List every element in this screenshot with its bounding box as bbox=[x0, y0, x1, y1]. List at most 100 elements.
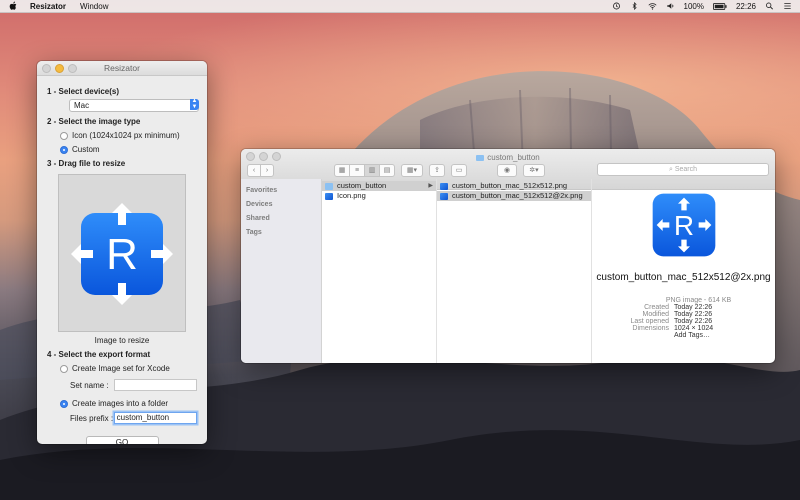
drop-zone-caption: Image to resize bbox=[94, 336, 150, 345]
device-select-value: Mac bbox=[74, 101, 90, 110]
finder-content: Favorites Devices Shared Tags custom_but… bbox=[241, 179, 775, 363]
prefix-label: Files prefix : bbox=[70, 413, 114, 423]
add-tags-link[interactable]: Add Tags… bbox=[674, 332, 775, 339]
battery-icon[interactable] bbox=[712, 2, 727, 10]
type-icon-radio[interactable] bbox=[60, 131, 68, 140]
prefix-field[interactable]: custom_button bbox=[113, 412, 197, 424]
go-button[interactable]: GO bbox=[85, 436, 159, 444]
chevron-right-icon: ▶ bbox=[428, 183, 433, 189]
search-field[interactable]: ⌕ Search bbox=[597, 163, 769, 176]
column-1: custom_button ▶ Icon.png bbox=[322, 179, 437, 363]
list-item[interactable]: custom_button ▶ bbox=[322, 181, 436, 191]
chevron-updown-icon: ▲ ▼ bbox=[190, 98, 199, 110]
export-xcode-radio[interactable] bbox=[60, 364, 68, 373]
export-folder-radio[interactable] bbox=[60, 399, 68, 408]
set-name-field[interactable] bbox=[113, 379, 197, 391]
sidebar-shared[interactable]: Shared bbox=[241, 211, 321, 225]
action-gear-icon[interactable]: ✲▾ bbox=[523, 163, 545, 177]
finder-title-text: custom_button bbox=[487, 153, 540, 162]
resizator-window: Resizator 1 - Select device(s) Mac ▲ ▼ 2 … bbox=[37, 61, 207, 444]
time-machine-icon[interactable] bbox=[612, 2, 621, 10]
list-item[interactable]: Icon.png bbox=[322, 191, 436, 201]
step3-heading: 3 - Drag file to resize bbox=[47, 159, 126, 168]
view-buttons: ▦ ≡ ▥ ▤ bbox=[334, 163, 395, 177]
modified-label: Modified bbox=[642, 311, 669, 318]
set-name-row: Set name : bbox=[70, 379, 197, 391]
back-button[interactable]: ‹ bbox=[247, 163, 261, 177]
column-view-button[interactable]: ▥ bbox=[364, 163, 380, 177]
sidebar-devices[interactable]: Devices bbox=[241, 197, 321, 211]
clock[interactable]: 22:26 bbox=[736, 2, 756, 11]
type-custom-radio[interactable] bbox=[60, 145, 68, 154]
dimensions-label: Dimensions bbox=[632, 325, 669, 332]
volume-icon[interactable] bbox=[666, 2, 675, 10]
step2-heading: 2 - Select the image type bbox=[47, 117, 141, 126]
type-custom-label: Custom bbox=[72, 145, 100, 154]
svg-text:R: R bbox=[673, 210, 693, 241]
type-custom-option[interactable]: Custom bbox=[60, 145, 197, 154]
tag-button[interactable]: ▭ bbox=[451, 163, 467, 177]
folder-icon bbox=[476, 154, 485, 161]
nav-buttons: ‹ › bbox=[247, 163, 274, 177]
set-name-label: Set name : bbox=[70, 380, 109, 390]
wifi-icon[interactable] bbox=[647, 2, 657, 10]
search-placeholder: Search bbox=[674, 166, 698, 173]
last-opened-value: Today 22:26 bbox=[674, 318, 713, 325]
quicklook-eye-icon[interactable]: ◉ bbox=[497, 163, 517, 177]
step1-heading: 1 - Select device(s) bbox=[47, 87, 120, 96]
folder-icon bbox=[325, 182, 333, 190]
preview-kind: PNG image - 614 KB bbox=[665, 297, 732, 304]
zoom-button[interactable] bbox=[68, 64, 77, 73]
sidebar-favorites[interactable]: Favorites bbox=[241, 183, 321, 197]
prefix-row: Files prefix : custom_button bbox=[70, 412, 197, 424]
device-select[interactable]: Mac ▲ ▼ bbox=[69, 98, 199, 112]
step4-heading: 4 - Select the export format bbox=[47, 350, 151, 359]
bluetooth-icon[interactable] bbox=[630, 2, 639, 10]
window-title: Resizator bbox=[104, 63, 140, 73]
status-area: 100% 22:26 bbox=[612, 2, 793, 11]
battery-percent[interactable]: 100% bbox=[684, 2, 704, 11]
list-item-label: custom_button_mac_512x512@2x.png bbox=[452, 191, 583, 200]
preview-metadata: PNG image - 614 KB Created Today 22:26 M… bbox=[592, 297, 775, 339]
png-file-icon bbox=[440, 182, 448, 190]
png-file-icon bbox=[325, 192, 333, 200]
forward-button[interactable]: › bbox=[260, 163, 274, 177]
export-folder-label: Create images into a folder bbox=[72, 399, 169, 408]
menu-window[interactable]: Window bbox=[80, 2, 108, 11]
close-button[interactable] bbox=[42, 64, 51, 73]
list-view-button[interactable]: ≡ bbox=[349, 163, 365, 177]
export-xcode-label: Create Image set for Xcode bbox=[72, 364, 170, 373]
preview-pane: R custom_button_mac_512x512@2x.png PNG i… bbox=[592, 179, 775, 363]
list-item[interactable]: custom_button_mac_512x512@2x.png bbox=[437, 191, 591, 201]
export-folder-option[interactable]: Create images into a folder bbox=[60, 399, 197, 408]
image-drop-zone[interactable]: R bbox=[58, 174, 186, 332]
resizator-titlebar[interactable]: Resizator bbox=[37, 61, 207, 76]
coverflow-view-button[interactable]: ▤ bbox=[379, 163, 395, 177]
list-item-label: custom_button_mac_512x512.png bbox=[452, 181, 568, 190]
preview-filename: custom_button_mac_512x512@2x.png bbox=[596, 272, 771, 283]
list-item-label: custom_button bbox=[337, 181, 387, 190]
notification-center-icon[interactable] bbox=[783, 2, 792, 10]
png-file-icon bbox=[440, 192, 448, 200]
spotlight-icon[interactable] bbox=[765, 2, 774, 10]
menu-bar: Resizator Window 100% 22:26 bbox=[0, 0, 800, 13]
arrange-button[interactable]: ▦▾ bbox=[401, 163, 423, 177]
minimize-button[interactable] bbox=[55, 64, 64, 73]
type-icon-option[interactable]: Icon (1024x1024 px minimum) bbox=[60, 131, 197, 140]
type-icon-label: Icon (1024x1024 px minimum) bbox=[72, 131, 180, 140]
list-item-label: Icon.png bbox=[337, 191, 366, 200]
resizator-app-icon: R bbox=[71, 203, 173, 305]
apple-menu-icon[interactable] bbox=[9, 1, 18, 11]
sidebar-tags[interactable]: Tags bbox=[241, 225, 321, 239]
list-item[interactable]: custom_button_mac_512x512.png bbox=[437, 181, 591, 191]
share-button[interactable]: ⇪ bbox=[429, 163, 445, 177]
preview-image-icon: R bbox=[652, 193, 715, 257]
menu-app-name[interactable]: Resizator bbox=[30, 2, 66, 11]
dimensions-value: 1024 × 1024 bbox=[674, 325, 714, 332]
finder-sidebar: Favorites Devices Shared Tags bbox=[241, 179, 322, 363]
finder-window: custom_button ‹ › ▦ ≡ ▥ ▤ ▦▾ ⇪ ▭ ◉ ✲▾ ⌕ … bbox=[241, 149, 775, 363]
modified-value: Today 22:26 bbox=[674, 311, 713, 318]
icon-view-button[interactable]: ▦ bbox=[334, 163, 350, 177]
export-xcode-option[interactable]: Create Image set for Xcode bbox=[60, 364, 197, 373]
created-value: Today 22:26 bbox=[674, 304, 713, 311]
